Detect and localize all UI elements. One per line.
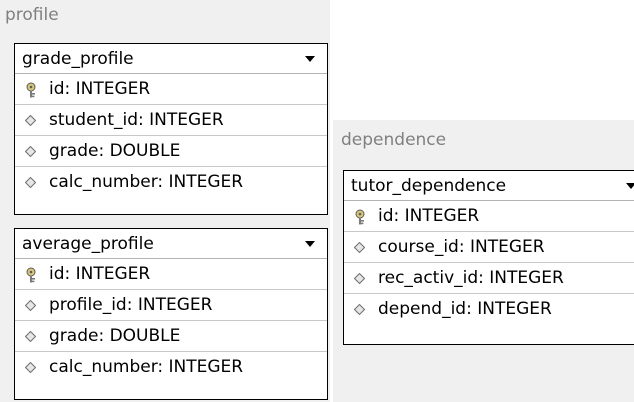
field-label: profile_id: INTEGER — [49, 295, 213, 315]
table-name: grade_profile — [22, 49, 134, 69]
column-diamond-icon — [25, 177, 36, 188]
field-row[interactable]: student_id: INTEGER — [15, 105, 327, 136]
table-name: average_profile — [22, 234, 154, 254]
field-label: grade: DOUBLE — [49, 326, 181, 346]
table-grade-profile[interactable]: grade_profile id: INTEGER student_id: IN… — [14, 43, 328, 215]
field-label: course_id: INTEGER — [378, 237, 545, 257]
field-row[interactable]: grade: DOUBLE — [15, 136, 327, 167]
group-label-dependence: dependence — [341, 130, 447, 150]
dropdown-arrow-icon[interactable] — [305, 241, 315, 247]
field-row[interactable]: depend_id: INTEGER — [344, 294, 634, 325]
group-label-profile: profile — [5, 5, 59, 25]
field-label: student_id: INTEGER — [49, 110, 224, 130]
field-label: calc_number: INTEGER — [49, 357, 244, 377]
field-row[interactable]: rec_activ_id: INTEGER — [344, 263, 634, 294]
field-label: rec_activ_id: INTEGER — [378, 268, 564, 288]
dropdown-arrow-icon[interactable] — [305, 56, 315, 62]
primary-key-icon — [26, 82, 36, 98]
field-row[interactable]: calc_number: INTEGER — [15, 167, 327, 198]
field-row[interactable]: id: INTEGER — [15, 259, 327, 290]
diagram-canvas: profile dependence grade_profile id: INT… — [0, 0, 634, 402]
table-header[interactable]: tutor_dependence — [344, 171, 634, 201]
field-row[interactable]: grade: DOUBLE — [15, 321, 327, 352]
table-name: tutor_dependence — [351, 176, 507, 196]
field-label: id: INTEGER — [49, 264, 151, 284]
field-row[interactable]: profile_id: INTEGER — [15, 290, 327, 321]
primary-key-icon — [26, 267, 36, 283]
column-diamond-icon — [25, 331, 36, 342]
field-label: id: INTEGER — [378, 206, 480, 226]
field-label: depend_id: INTEGER — [378, 299, 552, 319]
field-row[interactable]: calc_number: INTEGER — [15, 352, 327, 383]
field-label: grade: DOUBLE — [49, 141, 181, 161]
table-header[interactable]: average_profile — [15, 229, 327, 259]
column-diamond-icon — [354, 273, 365, 284]
field-label: id: INTEGER — [49, 79, 151, 99]
column-diamond-icon — [354, 242, 365, 253]
field-label: calc_number: INTEGER — [49, 172, 244, 192]
dropdown-arrow-icon[interactable] — [626, 183, 634, 189]
field-row[interactable]: id: INTEGER — [344, 201, 634, 232]
column-diamond-icon — [25, 300, 36, 311]
table-average-profile[interactable]: average_profile id: INTEGER profile_id: … — [14, 228, 328, 400]
primary-key-icon — [355, 209, 365, 225]
field-row[interactable]: course_id: INTEGER — [344, 232, 634, 263]
column-diamond-icon — [25, 115, 36, 126]
column-diamond-icon — [25, 146, 36, 157]
field-row[interactable]: id: INTEGER — [15, 74, 327, 105]
column-diamond-icon — [25, 362, 36, 373]
column-diamond-icon — [354, 304, 365, 315]
table-header[interactable]: grade_profile — [15, 44, 327, 74]
table-tutor-dependence[interactable]: tutor_dependence id: INTEGER course_id: … — [343, 170, 634, 345]
